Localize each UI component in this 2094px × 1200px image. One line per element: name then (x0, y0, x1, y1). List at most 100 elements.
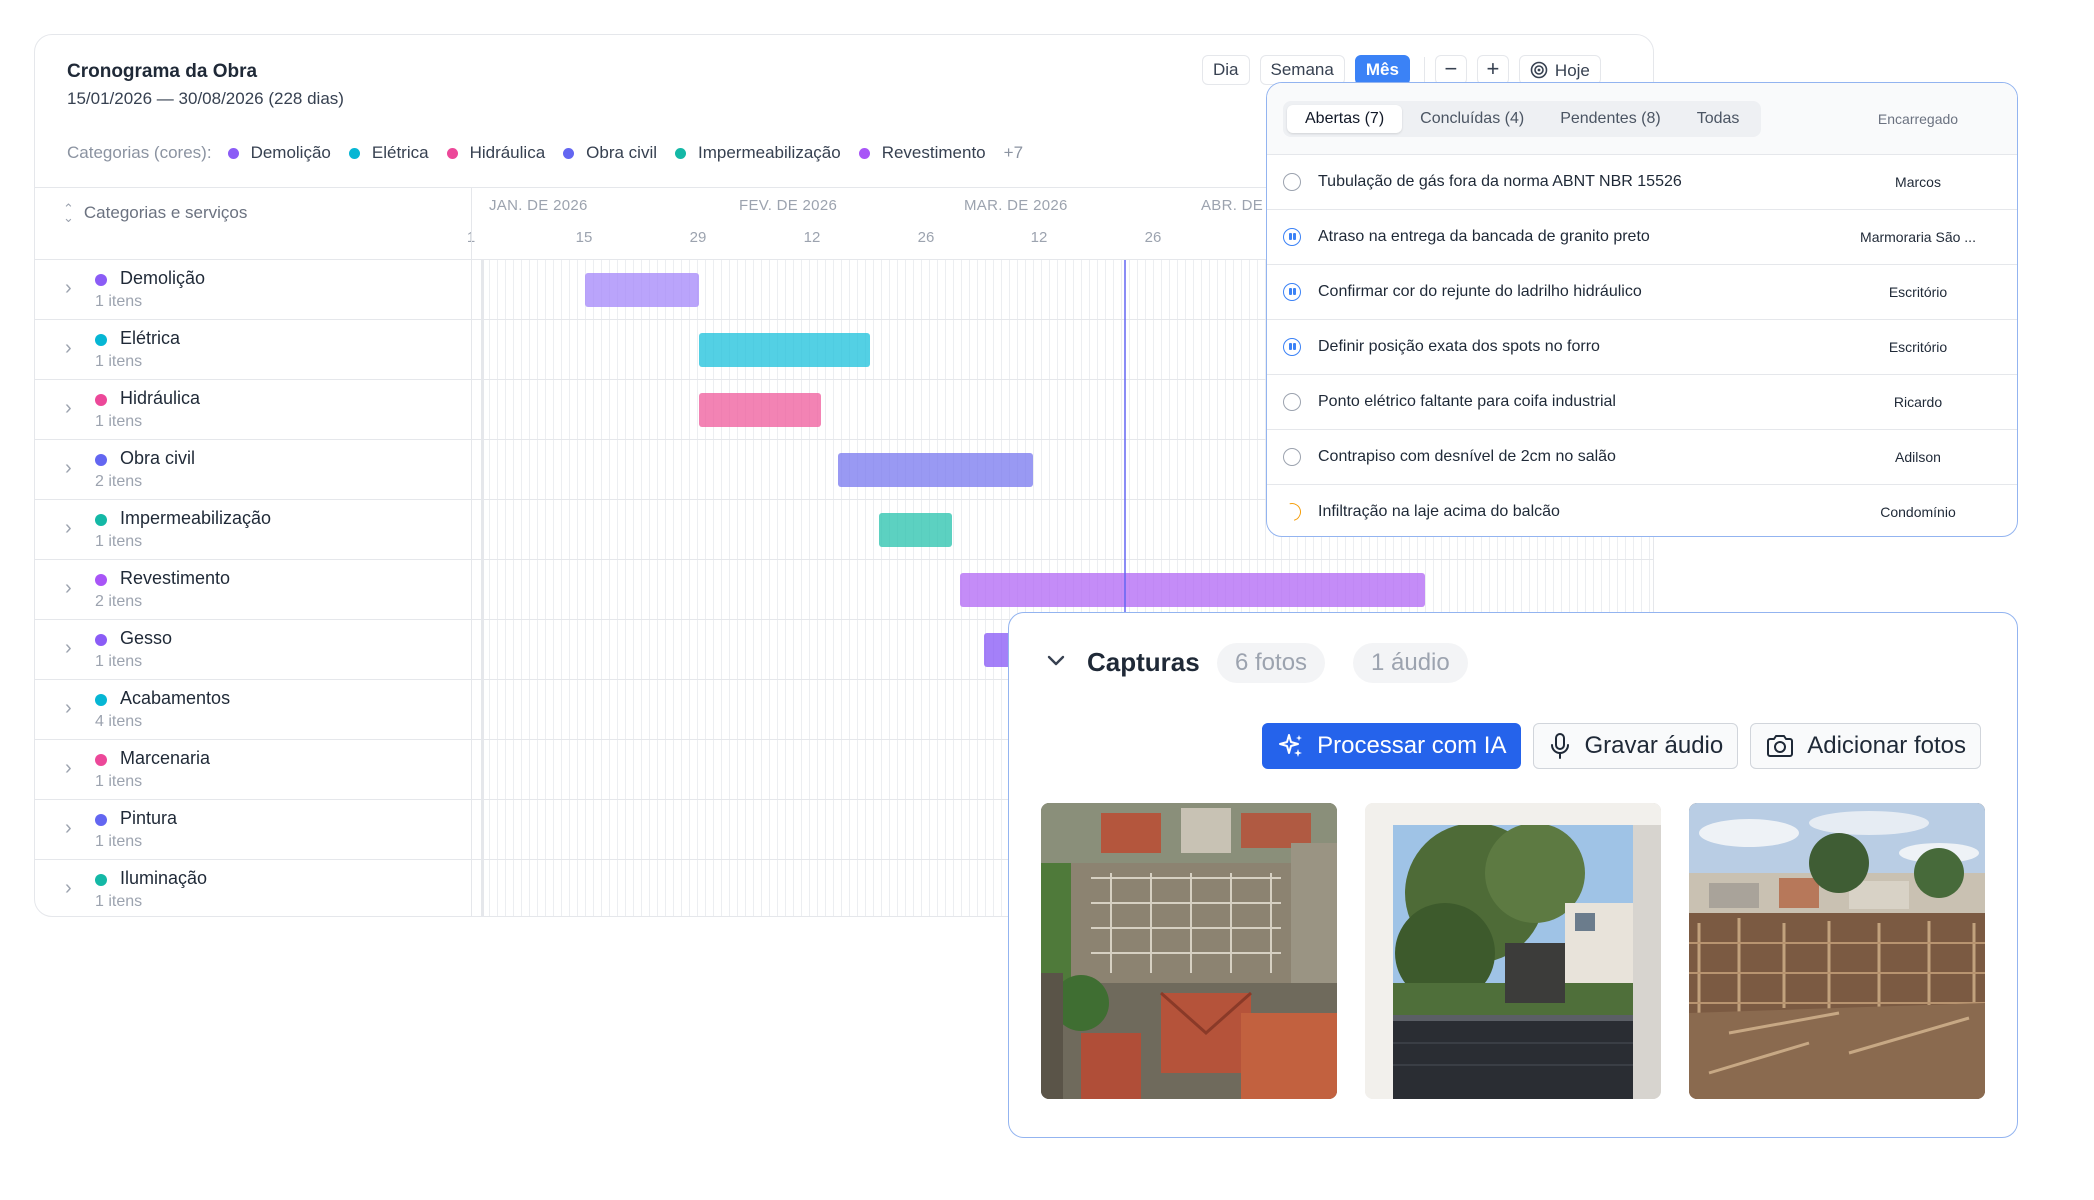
legend-item-label: Elétrica (371, 143, 429, 162)
today-button[interactable]: Hoje (1518, 55, 1601, 85)
legend-item-eletrica: Elétrica (348, 143, 429, 163)
tab-concluidas[interactable]: Concluídas (4) (1402, 105, 1542, 133)
owner-column-header: Encarregado (1877, 111, 1959, 127)
day-label: 12 (803, 229, 821, 246)
column-header-label: Categorias e serviços (83, 203, 248, 222)
category-color-dot (95, 394, 107, 406)
issue-owner: Escritório (1888, 284, 1948, 300)
chevron-right-icon[interactable]: › (65, 877, 72, 900)
date-range: 15/01/2026 — 30/08/2026 (228 dias) (67, 89, 344, 108)
issue-row[interactable]: Atraso na entrega da bancada de granito … (1267, 210, 2017, 265)
timeline-bar[interactable] (878, 513, 952, 547)
microphone-icon (1551, 733, 1570, 759)
timeline-bar[interactable] (585, 273, 700, 307)
category-color-dot (95, 694, 107, 706)
issue-row[interactable]: Infiltração na laje acima do balcão Condo… (1267, 485, 2017, 536)
issue-owner: Condomínio (1880, 504, 1956, 520)
day-label: 29 (689, 229, 707, 246)
month-label: ABR. DE (1201, 197, 1264, 214)
capture-photo[interactable] (1689, 803, 1985, 1099)
timeline-bar[interactable] (699, 393, 822, 427)
zoom-in-button[interactable]: + (1476, 55, 1509, 85)
status-icon (1279, 499, 1305, 525)
issue-title: Infiltração na laje acima do balcão (1318, 503, 1560, 520)
category-name: Impermeabilização (120, 508, 272, 528)
category-name: Acabamentos (120, 688, 231, 708)
month-label: JAN. DE 2026 (489, 197, 588, 214)
category-count: 1 itens (95, 533, 143, 550)
chevron-right-icon[interactable]: › (65, 337, 72, 360)
chevron-right-icon[interactable]: › (65, 277, 72, 300)
capture-photo[interactable] (1041, 803, 1337, 1099)
status-icon (1283, 228, 1301, 246)
category-count: 4 itens (95, 713, 143, 730)
timeline-bar[interactable] (837, 453, 1034, 487)
status-icon (1283, 338, 1301, 356)
timeline-bar[interactable] (960, 573, 1425, 607)
issue-owner: Marmoraria São ... (1860, 229, 1976, 245)
category-count: 1 itens (95, 413, 143, 430)
category-count: 2 itens (95, 473, 143, 490)
legend-item-label: Hidráulica (469, 143, 546, 162)
category-name: Marcenaria (120, 748, 211, 768)
legend-label: Categorias (cores): (67, 143, 212, 162)
today-label: Hoje (1554, 60, 1590, 80)
category-count: 1 itens (95, 833, 143, 850)
chevron-right-icon[interactable]: › (65, 637, 72, 660)
page-title: Cronograma da Obra (67, 61, 258, 82)
chevron-right-icon[interactable]: › (65, 757, 72, 780)
add-photos-label: Adicionar fotos (1807, 732, 1966, 759)
category-color-dot (95, 814, 107, 826)
zoom-out-button[interactable]: − (1434, 55, 1467, 85)
collapse-chevron-icon[interactable] (1045, 649, 1067, 677)
record-audio-button[interactable]: Gravar áudio (1533, 723, 1739, 769)
issue-row[interactable]: Ponto elétrico faltante para coifa indus… (1267, 375, 2017, 430)
chevron-right-icon[interactable]: › (65, 457, 72, 480)
legend-item-hidraulica: Hidráulica (446, 143, 546, 163)
issue-row[interactable]: Definir posição exata dos spots no forro… (1267, 320, 2017, 375)
issue-row[interactable]: Contrapiso com desnível de 2cm no salão A… (1267, 430, 2017, 485)
month-label: FEV. DE 2026 (739, 197, 838, 214)
issue-owner: Adilson (1895, 449, 1941, 465)
process-ai-label: Processar com IA (1317, 732, 1507, 759)
category-name: Iluminação (120, 868, 208, 888)
view-day-button[interactable]: Dia (1202, 55, 1250, 85)
category-legend: Categorias (cores): Demolição Elétrica H… (67, 143, 1023, 163)
category-name: Revestimento (120, 568, 231, 588)
chevron-right-icon[interactable]: › (65, 697, 72, 720)
tab-abertas[interactable]: Abertas (7) (1287, 105, 1403, 133)
status-icon (1283, 173, 1301, 191)
chevron-right-icon[interactable]: › (65, 817, 72, 840)
sort-icon[interactable]: ⌃ ⌄ (63, 202, 74, 224)
category-color-dot (95, 514, 107, 526)
view-month-button[interactable]: Mês (1354, 55, 1410, 85)
issue-owner: Marcos (1895, 174, 1941, 190)
tab-pendentes[interactable]: Pendentes (8) (1542, 105, 1679, 133)
issue-row[interactable]: Confirmar cor do rejunte do ladrilho hid… (1267, 265, 2017, 320)
legend-dot (446, 147, 458, 159)
view-toolbar: Dia Semana Mês − + Hoje (1202, 55, 1611, 85)
view-week-button[interactable]: Semana (1259, 55, 1345, 85)
issue-row[interactable]: Tubulação de gás fora da norma ABNT NBR … (1267, 155, 2017, 210)
legend-item-label: Obra civil (586, 143, 658, 162)
legend-item-revestimento: Revestimento (858, 143, 986, 163)
day-label: 26 (1144, 229, 1162, 246)
category-color-dot (95, 874, 107, 886)
column-header[interactable]: ⌃ ⌄ Categorias e serviços (63, 202, 248, 224)
captures-actions: Processar com IA Gravar áudio Adicionar … (1262, 723, 1981, 769)
captures-title: Capturas (1087, 647, 1200, 677)
chevron-right-icon[interactable]: › (65, 517, 72, 540)
chevron-right-icon[interactable]: › (65, 397, 72, 420)
legend-item-label: Revestimento (881, 143, 986, 162)
issue-title: Confirmar cor do rejunte do ladrilho hid… (1318, 283, 1642, 300)
chevron-right-icon[interactable]: › (65, 577, 72, 600)
legend-item-obra-civil: Obra civil (563, 143, 657, 163)
add-photos-button[interactable]: Adicionar fotos (1750, 723, 1981, 769)
tab-todas[interactable]: Todas (1679, 105, 1758, 133)
status-icon (1283, 448, 1301, 466)
legend-more-button[interactable]: +7 (1004, 143, 1023, 163)
timeline-bar[interactable] (699, 333, 871, 367)
process-ai-button[interactable]: Processar com IA (1262, 723, 1522, 769)
day-label: 15 (575, 229, 593, 246)
capture-photo[interactable] (1365, 803, 1661, 1099)
